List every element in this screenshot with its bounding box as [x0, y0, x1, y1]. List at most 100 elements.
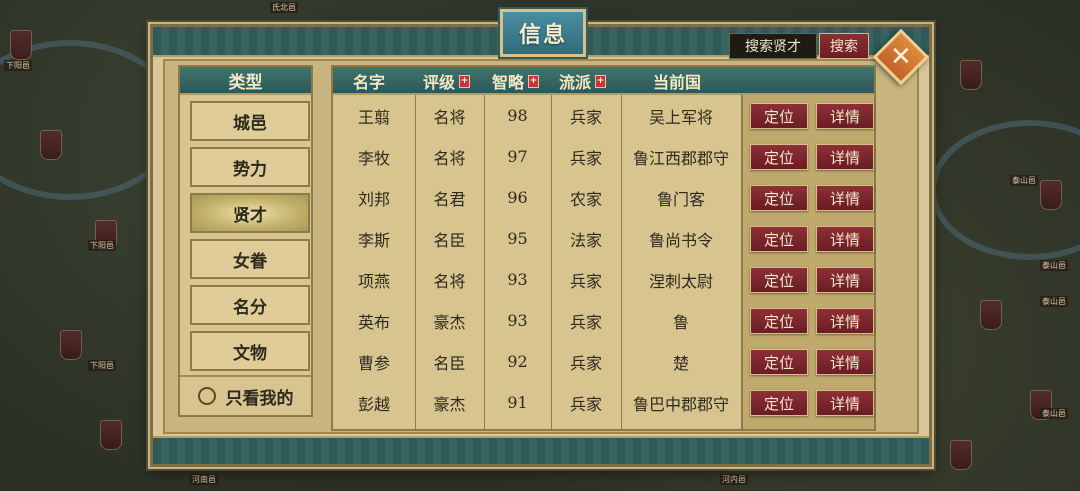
cell-nation: 涅刺太尉	[648, 271, 713, 291]
cell-name: 英布	[357, 312, 390, 332]
locate-button[interactable]: 定位	[750, 144, 808, 170]
cell-rank: 名臣	[433, 353, 466, 373]
cell-intellect: 95	[507, 229, 528, 248]
sidebar-item-cities[interactable]: 城邑	[190, 101, 310, 141]
cell-intellect: 93	[507, 311, 528, 330]
header-label: 名字	[353, 73, 386, 92]
detail-button[interactable]: 详情	[816, 390, 874, 416]
cell-rank: 名臣	[433, 230, 466, 250]
table-row: 王翦 名将 98 兵家 吴上军将	[333, 95, 741, 136]
cell-name: 李斯	[357, 230, 390, 250]
map-city-marker[interactable]	[960, 60, 982, 90]
cell-nation: 鲁江西郡郡守	[632, 148, 729, 168]
column-header-rank[interactable]: 评级 +	[423, 67, 471, 95]
cell-intellect: 96	[507, 188, 528, 207]
cell-name: 刘邦	[357, 189, 390, 209]
cell-school: 兵家	[569, 148, 602, 168]
cell-school: 兵家	[569, 271, 602, 291]
cell-name: 彭越	[357, 394, 390, 414]
cell-intellect: 97	[507, 147, 528, 166]
locate-button[interactable]: 定位	[750, 308, 808, 334]
map-city-marker[interactable]	[60, 330, 82, 360]
cell-rank: 名将	[433, 107, 466, 127]
map-city-marker[interactable]	[1040, 180, 1062, 210]
cell-school: 兵家	[569, 107, 602, 127]
cell-name: 曹参	[357, 353, 390, 373]
search-button[interactable]: 搜索	[819, 33, 869, 59]
detail-button[interactable]: 详情	[816, 308, 874, 334]
column-header-nation: 当前国	[653, 67, 701, 95]
cell-school: 法家	[569, 230, 602, 250]
cell-nation: 鲁巴中郡郡守	[632, 394, 729, 414]
locate-button[interactable]: 定位	[750, 226, 808, 252]
table-row: 李牧 名将 97 兵家 鲁江西郡郡守	[333, 136, 741, 177]
info-panel: 信息 搜索贤才 搜索 ✕ 类型 城邑 势力 贤才 女眷 名分 文物 只看我的 名…	[150, 7, 932, 467]
panel-title: 信息	[498, 7, 588, 59]
category-sidebar: 类型 城邑 势力 贤才 女眷 名分 文物 只看我的	[178, 65, 313, 417]
detail-button[interactable]: 详情	[816, 267, 874, 293]
sort-icon[interactable]: +	[459, 74, 471, 88]
table-row: 英布 豪杰 93 兵家 鲁	[333, 300, 741, 341]
cell-rank: 名将	[433, 271, 466, 291]
map-city-marker[interactable]	[10, 30, 32, 60]
cell-nation: 鲁	[672, 312, 689, 332]
close-icon: ✕	[890, 41, 912, 72]
column-header-school[interactable]: 流派 +	[559, 67, 607, 95]
table-actions-column: 定位 详情 定位 详情 定位 详情 定位 详情 定位 详情 定位 详情 定位 详情 定位 详情	[741, 95, 874, 429]
cell-rank: 名君	[433, 189, 466, 209]
map-city-marker[interactable]	[980, 300, 1002, 330]
map-city-label: 下阳邑	[88, 360, 116, 371]
locate-button[interactable]: 定位	[750, 390, 808, 416]
locate-button[interactable]: 定位	[750, 349, 808, 375]
sidebar-item-titles[interactable]: 名分	[190, 285, 310, 325]
sidebar-item-consorts[interactable]: 女眷	[190, 239, 310, 279]
locate-button[interactable]: 定位	[750, 185, 808, 211]
detail-button[interactable]: 详情	[816, 226, 874, 252]
sidebar-item-relics[interactable]: 文物	[190, 331, 310, 371]
detail-button[interactable]: 详情	[816, 103, 874, 129]
cell-school: 兵家	[569, 353, 602, 373]
map-city-marker[interactable]	[950, 440, 972, 470]
cell-school: 农家	[569, 189, 602, 209]
search-input[interactable]: 搜索贤才	[729, 33, 817, 59]
cell-nation: 楚	[672, 353, 689, 373]
cell-school: 兵家	[569, 394, 602, 414]
locate-button[interactable]: 定位	[750, 103, 808, 129]
table-row: 项燕 名将 93 兵家 涅刺太尉	[333, 259, 741, 300]
panel-bottom-border	[153, 436, 929, 464]
detail-button[interactable]: 详情	[816, 144, 874, 170]
sort-icon[interactable]: +	[528, 74, 540, 88]
radio-unchecked-icon	[197, 387, 216, 405]
map-city-label: 泰山邑	[1040, 408, 1068, 419]
locate-button[interactable]: 定位	[750, 267, 808, 293]
table-row: 刘邦 名君 96 农家 鲁门客	[333, 177, 741, 218]
map-city-label: 河内邑	[720, 474, 748, 485]
talent-table: 名字 评级 + 智略 + 流派 + 当前国 王翦 名将 98 兵家 吴上军将 李牧 名将 97…	[331, 65, 876, 431]
only-mine-toggle[interactable]: 只看我的	[180, 375, 311, 415]
map-city-label: 河南邑	[190, 474, 218, 485]
table-row: 李斯 名臣 95 法家 鲁尚书令	[333, 218, 741, 259]
map-city-label: 下阳邑	[88, 240, 116, 251]
sidebar-item-talents[interactable]: 贤才	[190, 193, 310, 233]
cell-nation: 鲁尚书令	[648, 230, 713, 250]
map-city-label: 下阳邑	[4, 60, 32, 71]
map-city-label: 泰山邑	[1040, 296, 1068, 307]
header-label: 智略	[492, 73, 525, 92]
cell-rank: 豪杰	[433, 312, 466, 332]
column-header-intellect[interactable]: 智略 +	[492, 67, 540, 95]
header-label: 当前国	[653, 73, 702, 92]
map-city-marker[interactable]	[100, 420, 122, 450]
cell-intellect: 93	[507, 270, 528, 289]
map-city-label: 泰山邑	[1010, 175, 1038, 186]
cell-intellect: 91	[507, 393, 528, 412]
header-label: 流派	[559, 73, 592, 92]
map-city-label: 泰山邑	[1040, 260, 1068, 271]
table-header: 名字 评级 + 智略 + 流派 + 当前国	[333, 67, 874, 95]
sort-icon[interactable]: +	[595, 74, 607, 88]
only-mine-label: 只看我的	[225, 388, 294, 409]
detail-button[interactable]: 详情	[816, 349, 874, 375]
sidebar-item-factions[interactable]: 势力	[190, 147, 310, 187]
detail-button[interactable]: 详情	[816, 185, 874, 211]
map-city-marker[interactable]	[40, 130, 62, 160]
cell-nation: 鲁门客	[656, 189, 705, 209]
